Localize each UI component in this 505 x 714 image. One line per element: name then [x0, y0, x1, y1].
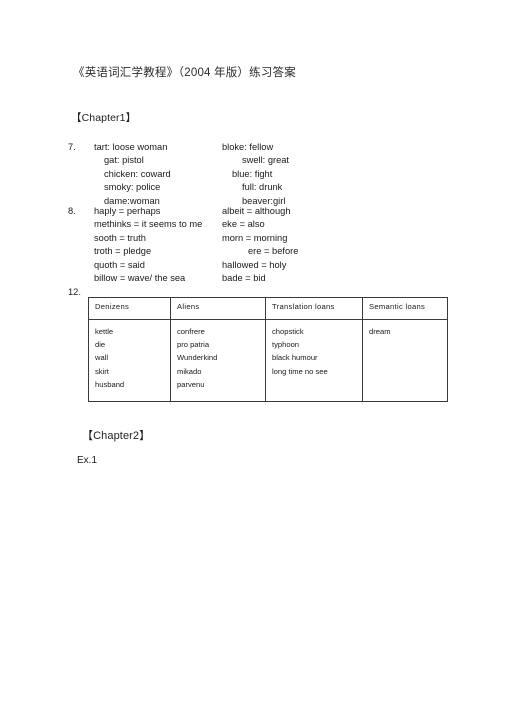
list-item: skirt — [95, 366, 109, 376]
list-item: pro patria — [177, 340, 210, 350]
list-item: confrere — [177, 327, 205, 336]
exercise-term-right: albeit = although — [222, 206, 291, 216]
chapter1-heading: 【Chapter1】 — [71, 112, 137, 124]
exercise-term-left: quoth = said — [94, 259, 145, 270]
page-title: 《英语词汇学教程》（2004 年版）练习答案 — [73, 67, 296, 79]
table-row: kettle die wall skirt husband confrere p… — [88, 319, 448, 402]
exercise-row: sooth = truth morn = morning — [68, 233, 298, 246]
list-item: husband — [95, 379, 125, 389]
exercise-term-right: swell: great — [242, 155, 290, 166]
exercise-12-number: 12. — [68, 287, 81, 297]
exercise-8-block: 8. haply = perhaps albeit = although met… — [68, 206, 298, 286]
exercise-number: 8. — [68, 206, 76, 216]
semantic-loans-list: dream — [369, 325, 447, 338]
exercise-term-right: ere = before — [248, 246, 299, 257]
exercise-7-block: 7. tart: loose woman bloke: fellow gat: … — [68, 142, 289, 209]
exercise-term-right: morn = morning — [222, 232, 288, 243]
exercise-term-left: dame:woman — [104, 195, 160, 206]
exercise-term-right: bade = bid — [222, 272, 266, 283]
list-item: black humour — [272, 353, 318, 363]
exercise-term-right: full: drunk — [242, 182, 283, 193]
column-header-denizens: Denizens — [88, 297, 171, 320]
table-header-row: Denizens Aliens Translation loans Semant… — [88, 297, 448, 320]
column-header-translation-loans: Translation loans — [265, 297, 363, 320]
exercise-row: smoky: police full: drunk — [68, 182, 289, 195]
exercise-row: gat: pistol swell: great — [68, 155, 289, 168]
exercise-row: 8. haply = perhaps albeit = although — [68, 206, 298, 219]
chapter2-exercise-label: Ex.1 — [77, 455, 98, 466]
exercise-row: troth = pledge ere = before — [68, 246, 298, 259]
exercise-term-left: methinks = it seems to me — [94, 219, 203, 230]
loanword-classification-table: Denizens Aliens Translation loans Semant… — [88, 297, 448, 402]
exercise-row: chicken: coward blue: fight — [68, 169, 289, 182]
exercise-number: 7. — [68, 142, 76, 152]
list-item: wall — [95, 353, 109, 363]
exercise-row: billow = wave/ the sea bade = bid — [68, 273, 298, 286]
cell-aliens: confrere pro patria Wunderkind mikado pa… — [170, 319, 266, 402]
exercise-term-right: bloke: fellow — [222, 142, 274, 152]
list-item: mikado — [177, 366, 202, 376]
exercise-term-right: hallowed = holy — [222, 259, 287, 270]
document-page: 《英语词汇学教程》（2004 年版）练习答案 【Chapter1】 7. tar… — [0, 0, 505, 714]
list-item: die — [95, 340, 106, 350]
aliens-list: confrere pro patria Wunderkind mikado pa… — [177, 325, 265, 391]
exercise-term-right: eke = also — [222, 219, 265, 230]
cell-semantic-loans: dream — [362, 319, 448, 402]
exercise-term-left: smoky: police — [104, 182, 161, 193]
exercise-row: methinks = it seems to me eke = also — [68, 219, 298, 232]
exercise-row: quoth = said hallowed = holy — [68, 260, 298, 273]
exercise-term-left: haply = perhaps — [94, 206, 161, 216]
denizens-list: kettle die wall skirt husband — [95, 325, 170, 391]
list-item: Wunderkind — [177, 353, 218, 363]
list-item: dream — [369, 327, 391, 336]
translation-loans-list: chopstick typhoon black humour long time… — [272, 325, 362, 378]
exercise-term-left: gat: pistol — [104, 155, 144, 166]
exercise-term-right: beaver:girl — [242, 195, 286, 206]
list-item: typhoon — [272, 340, 300, 350]
exercise-term-left: sooth = truth — [94, 232, 146, 243]
exercise-term-left: billow = wave/ the sea — [94, 272, 186, 283]
list-item: long time no see — [272, 366, 328, 376]
list-item: kettle — [95, 327, 114, 336]
exercise-term-left: tart: loose woman — [94, 142, 168, 152]
exercise-term-left: chicken: coward — [104, 168, 171, 179]
column-header-semantic-loans: Semantic loans — [362, 297, 448, 320]
exercise-term-right: blue: fight — [232, 168, 273, 179]
column-header-aliens: Aliens — [170, 297, 266, 320]
list-item: chopstick — [272, 327, 304, 336]
chapter2-heading: 【Chapter2】 — [82, 430, 151, 442]
cell-translation-loans: chopstick typhoon black humour long time… — [265, 319, 363, 402]
exercise-term-left: troth = pledge — [94, 246, 152, 257]
cell-denizens: kettle die wall skirt husband — [88, 319, 171, 402]
exercise-row: 7. tart: loose woman bloke: fellow — [68, 142, 289, 155]
list-item: parvenu — [177, 379, 205, 389]
